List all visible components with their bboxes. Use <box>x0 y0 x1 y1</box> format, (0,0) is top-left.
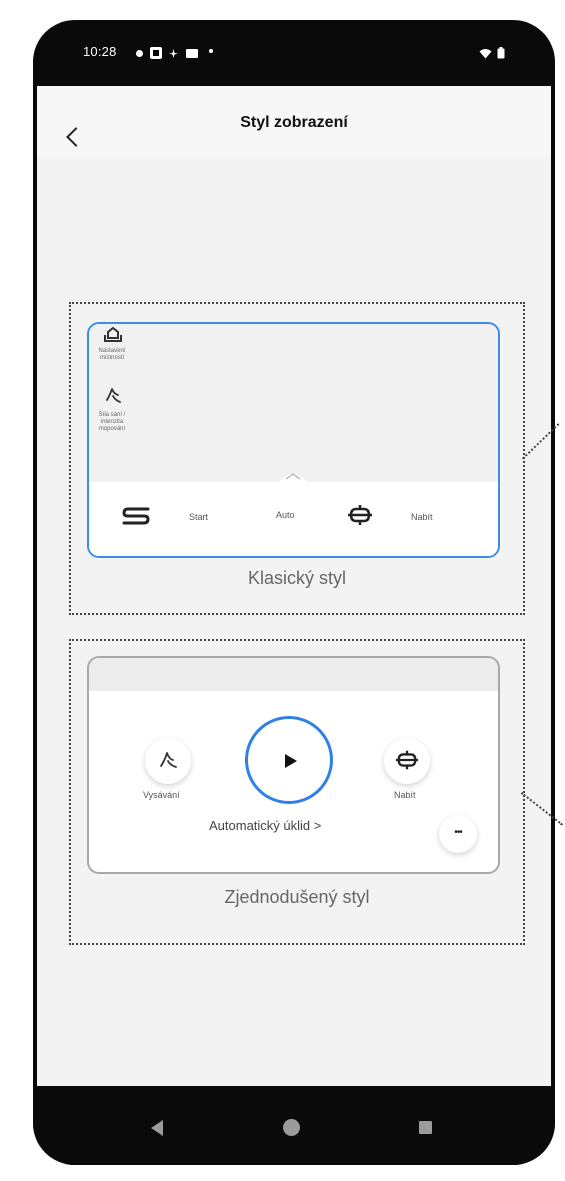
classic-style-preview: Nastavení místností Síla sání / intenzit… <box>87 322 500 558</box>
screen: Styl zobrazení Nastavení místností Síla … <box>37 86 551 1086</box>
charge-button[interactable] <box>384 738 430 784</box>
charge-icon <box>395 749 419 776</box>
more-notifications-icon <box>209 49 213 53</box>
app-icon <box>150 46 162 59</box>
suction-label: Síla sání / intenzita mopování <box>98 412 126 432</box>
suction-fan-icon <box>103 386 123 411</box>
more-button[interactable]: ••• <box>439 815 477 853</box>
auto-label[interactable]: Auto <box>276 510 295 520</box>
battery-icon <box>497 46 505 59</box>
auto-clean-link[interactable]: Automatický úklid > <box>209 818 321 833</box>
simplified-style-option[interactable]: Vysávání Nabít Automatický úklid > ••• Z… <box>69 639 525 945</box>
status-time: 10:28 <box>83 44 117 59</box>
classic-map-area <box>89 324 498 482</box>
charge-label: Nabít <box>394 790 416 800</box>
start-icon[interactable] <box>122 506 150 531</box>
simplified-style-caption: Zjednodušený styl <box>224 887 370 907</box>
expand-chevron-icon[interactable] <box>277 468 309 489</box>
fan-icon <box>168 46 179 58</box>
play-icon <box>284 753 298 774</box>
charge-icon[interactable] <box>347 504 373 531</box>
simplified-style-preview: Vysávání Nabít Automatický úklid > ••• <box>87 656 500 874</box>
simplified-top-band <box>89 658 498 691</box>
notification-icon <box>134 46 145 57</box>
nav-back-icon[interactable] <box>151 1120 163 1136</box>
room-settings-label: Nastavení místností <box>98 348 126 361</box>
phone-frame: 10:28 Styl zobrazení Nastavení místností… <box>33 20 555 1165</box>
navigation-bar <box>33 1086 555 1165</box>
page-title: Styl zobrazení <box>240 114 348 131</box>
status-bar: 10:28 <box>33 20 555 86</box>
nav-recents-icon[interactable] <box>419 1121 432 1134</box>
start-label[interactable]: Start <box>189 512 208 522</box>
wifi-icon <box>479 46 492 59</box>
suction-fan-icon <box>157 750 179 777</box>
classic-style-option[interactable]: Nastavení místností Síla sání / intenzit… <box>69 302 525 615</box>
classic-style-caption: Klasický styl <box>247 568 346 588</box>
charge-label[interactable]: Nabít <box>411 512 433 522</box>
vacuum-label: Vysávání <box>143 790 180 800</box>
play-button[interactable] <box>245 716 333 804</box>
nav-home-icon[interactable] <box>283 1119 300 1136</box>
room-settings-icon <box>103 326 123 348</box>
vacuum-button[interactable] <box>145 738 191 784</box>
more-dots-icon: ••• <box>454 827 463 838</box>
classic-bottom-bar <box>89 482 498 556</box>
app-bar: Styl zobrazení <box>37 86 551 158</box>
message-icon <box>186 46 198 58</box>
